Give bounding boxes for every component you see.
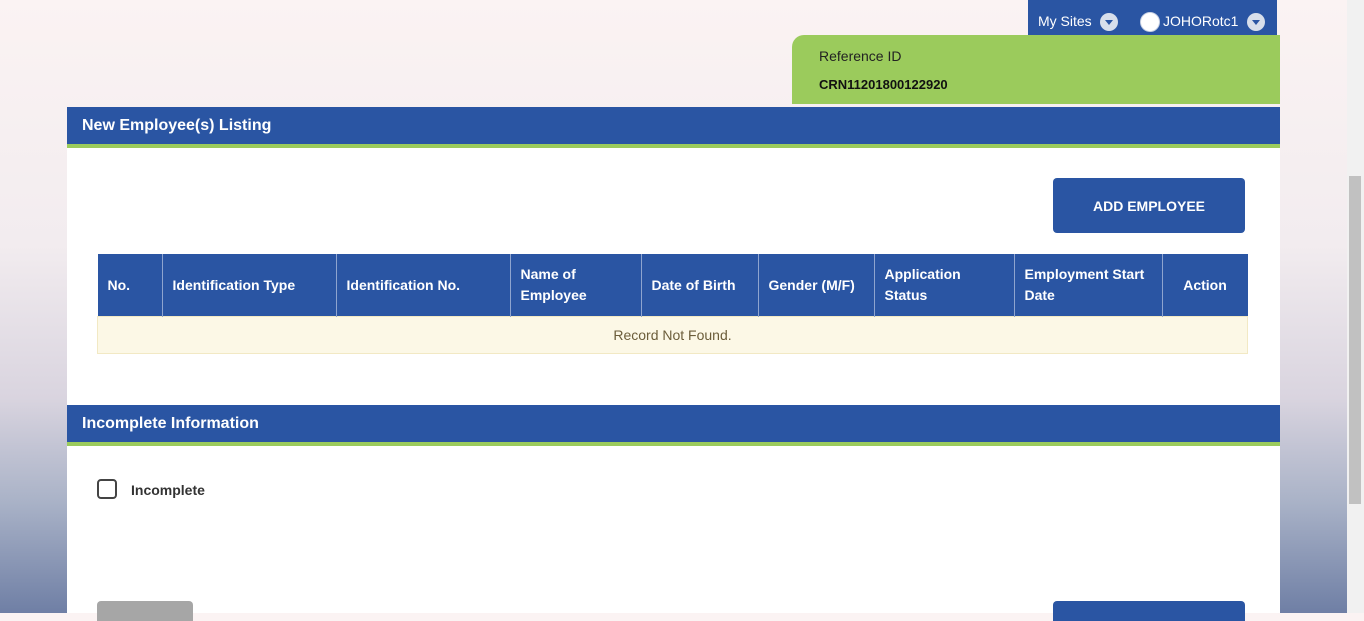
reference-id-value: CRN11201800122920 [819,77,948,92]
col-employment-start-date[interactable]: Employment Start Date [1014,254,1163,317]
incomplete-info-title: Incomplete Information [67,405,1280,446]
incomplete-checkbox[interactable] [97,479,117,499]
submit-button[interactable] [1053,601,1245,621]
reference-id-label: Reference ID [819,48,902,64]
col-identification-no[interactable]: Identification No. [336,254,511,317]
table-header-row: No. Identification Type Identification N… [97,254,1248,317]
username-link[interactable]: JOHORotc1 [1163,13,1238,29]
col-gender[interactable]: Gender (M/F) [758,254,875,317]
incomplete-info-panel: Incomplete Information Incomplete [67,405,1280,621]
my-sites-link[interactable]: My Sites [1038,13,1092,29]
table-row: Record Not Found. [97,316,1248,354]
employee-listing-title: New Employee(s) Listing [67,107,1280,148]
user-avatar [1140,12,1160,32]
incomplete-checkbox-label[interactable]: Incomplete [131,482,205,498]
back-button[interactable] [97,601,193,621]
empty-record-message: Record Not Found. [97,316,1248,354]
scrollbar-thumb[interactable] [1349,176,1361,504]
reference-id-box: Reference ID CRN11201800122920 [792,35,1280,104]
col-application-status[interactable]: Application Status [874,254,1015,317]
col-no[interactable]: No. [97,254,163,317]
page-scrollbar[interactable] [1347,0,1364,613]
col-name-of-employee[interactable]: Name of Employee [510,254,642,317]
col-date-of-birth[interactable]: Date of Birth [641,254,759,317]
col-identification-type[interactable]: Identification Type [162,254,337,317]
col-action: Action [1162,254,1248,317]
user-dropdown-icon[interactable] [1247,13,1265,31]
add-employee-button[interactable]: ADD EMPLOYEE [1053,178,1245,233]
employee-table: No. Identification Type Identification N… [97,254,1248,354]
my-sites-dropdown-icon[interactable] [1100,13,1118,31]
employee-listing-panel: New Employee(s) Listing ADD EMPLOYEE No.… [67,107,1280,405]
